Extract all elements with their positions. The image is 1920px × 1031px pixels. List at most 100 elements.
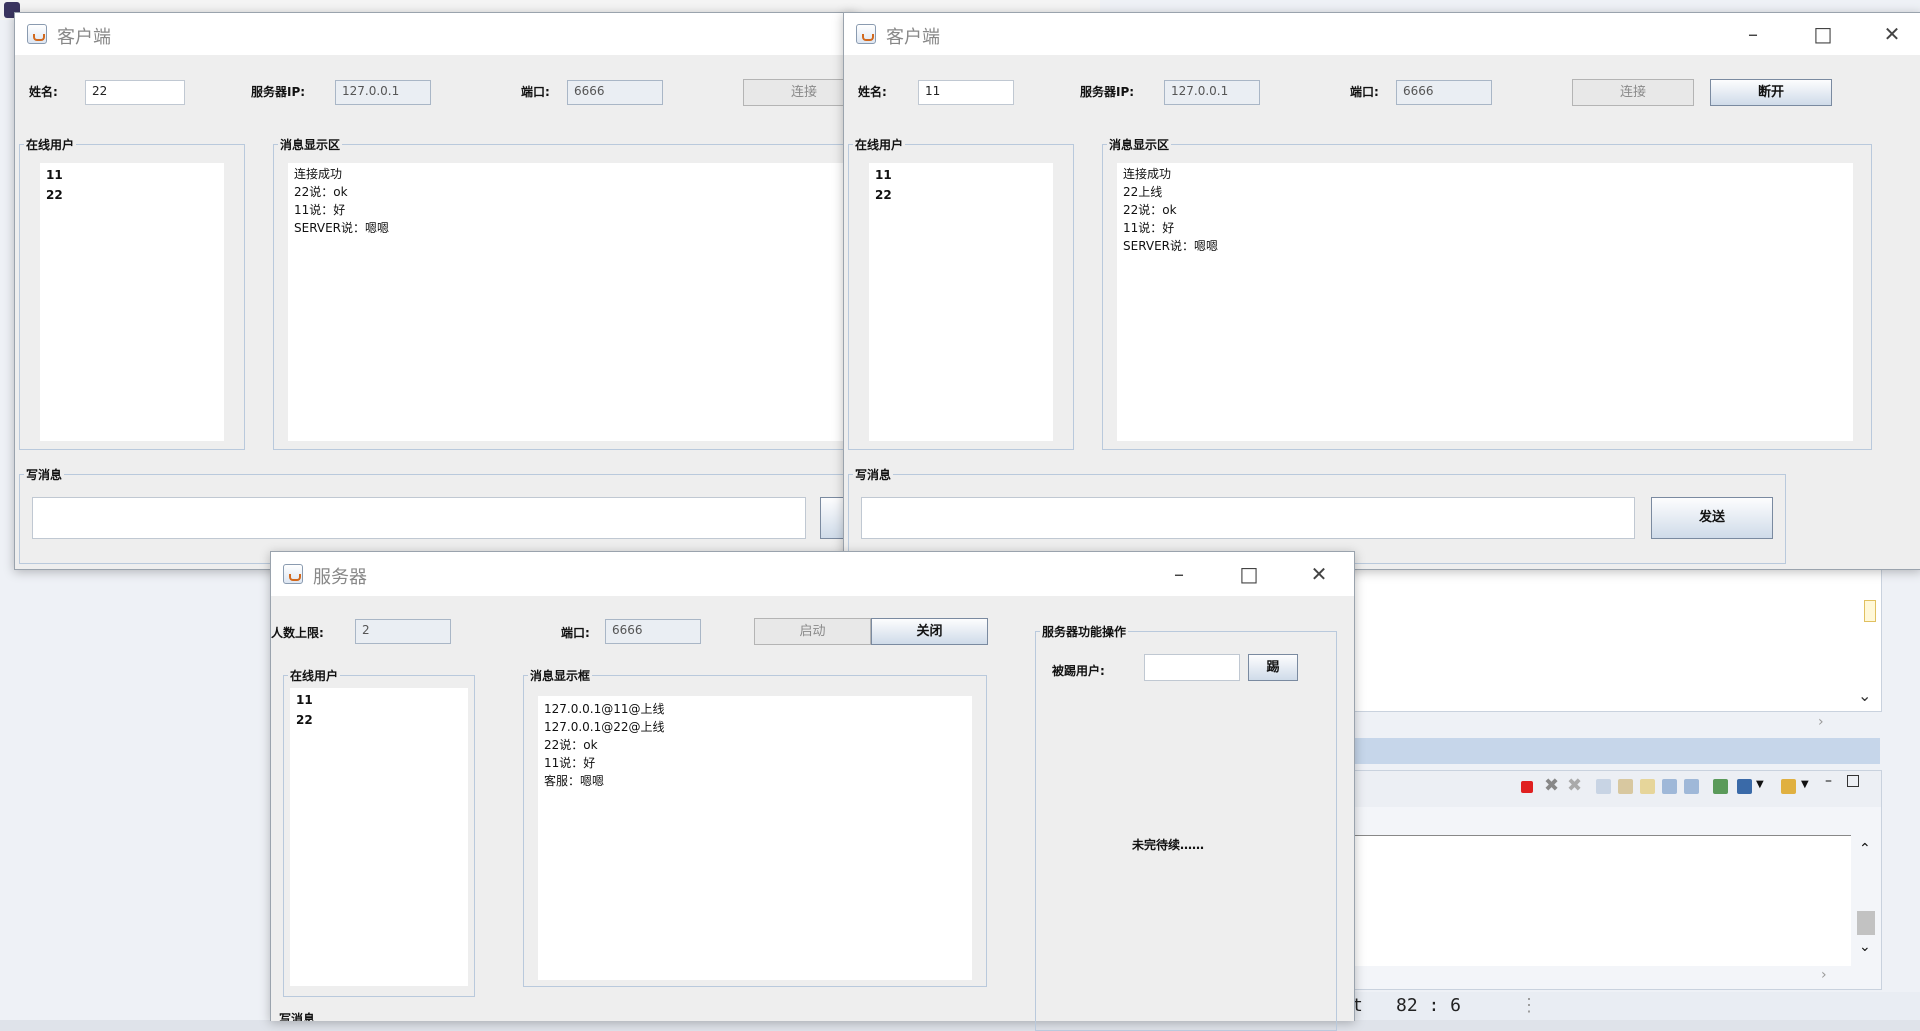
message-display-group: 消息显示框 127.0.0.1@11@上线 127.0.0.1@22@上线 22… [523,667,987,987]
clear-console-icon[interactable] [1596,779,1611,794]
message-display-group: 消息显示区 连接成功 22上线 22说：ok 11说：好 SERVER说：嗯嗯 [1102,136,1872,450]
title-bar[interactable]: 客户端 – □ ✕ [844,13,1920,55]
minimize-view-icon[interactable]: – [1825,773,1832,789]
close-icon[interactable]: ✕ [1870,21,1914,47]
ide-status-bar: t 82 : 6 ⋮ [1340,992,1920,1020]
message-display-area[interactable]: 连接成功 22上线 22说：ok 11说：好 SERVER说：嗯嗯 [1117,163,1853,441]
java-icon [27,24,47,44]
maximize-view-icon[interactable] [1847,775,1859,787]
stop-button[interactable]: 关闭 [871,618,988,645]
remove-launch-icon[interactable]: ✖ [1544,775,1559,796]
port-label: 端口: [561,626,590,640]
port-field[interactable]: 6666 [567,80,663,105]
online-users-list[interactable]: 11 22 [40,163,224,441]
connect-button[interactable]: 连接 [1572,79,1694,106]
message-line: 11说：好 [294,203,346,217]
online-users-group: 在线用户 11 22 [19,136,245,450]
scroll-right-icon[interactable]: › [1821,967,1827,983]
list-item[interactable]: 22 [46,185,218,205]
message-line: 127.0.0.1@11@上线 [544,702,665,716]
user-limit-label: 人数上限: [271,626,324,640]
ide-selected-bar [1340,738,1880,764]
server-ip-label: 服务器IP: [251,85,306,99]
scroll-up-icon[interactable]: ⌃ [1859,841,1871,857]
java-icon [856,24,876,44]
window-title: 客户端 [57,27,111,48]
display-console-icon[interactable] [1737,779,1752,794]
close-icon[interactable]: ✕ [1297,561,1341,587]
online-users-list[interactable]: 11 22 [869,163,1053,441]
name-field[interactable]: 11 [918,80,1014,105]
server-ip-field[interactable]: 127.0.0.1 [1164,80,1260,105]
list-item[interactable]: 11 [46,165,218,185]
message-line: SERVER说：嗯嗯 [1123,239,1219,253]
java-icon [283,564,303,584]
list-item[interactable]: 11 [875,165,1047,185]
status-separator: ⋮ [1520,995,1538,1016]
message-input[interactable] [32,497,806,539]
console-scrollbar-thumb[interactable] [1857,911,1875,935]
show-stdout-icon[interactable] [1662,779,1677,794]
name-label: 姓名: [858,85,887,99]
server-operations-title: 服务器功能操作 [1040,623,1129,640]
maximize-icon[interactable]: □ [1801,21,1845,47]
list-item[interactable]: 22 [296,710,462,730]
user-limit-field[interactable]: 2 [355,619,451,644]
port-field[interactable]: 6666 [605,619,701,644]
window-title: 服务器 [313,567,367,588]
list-item[interactable]: 11 [296,690,462,710]
disconnect-button[interactable]: 断开 [1710,79,1832,106]
title-bar[interactable]: 客户端 [15,13,855,55]
name-label: 姓名: [29,85,58,99]
server-operations-group: 服务器功能操作 被踢用户: 踢 未完待续…… [1035,623,1337,1031]
maximize-icon[interactable]: □ [1227,561,1271,587]
server-ip-label: 服务器IP: [1080,85,1135,99]
scroll-down-icon[interactable]: ⌄ [1858,686,1871,705]
list-item[interactable]: 22 [875,185,1047,205]
message-display-area[interactable]: 连接成功 22说：ok 11说：好 SERVER说：嗯嗯 [288,163,852,441]
pin-console-icon[interactable] [1713,779,1728,794]
name-field[interactable]: 22 [85,80,185,105]
dropdown-arrow-icon[interactable]: ▼ [1801,779,1809,790]
scroll-down-icon[interactable]: ⌄ [1859,939,1871,955]
show-stderr-icon[interactable] [1684,779,1699,794]
console-toolbar [1341,771,1881,807]
client-window-11[interactable]: 客户端 – □ ✕ 姓名: 11 服务器IP: 127.0.0.1 端口: 66… [843,12,1920,570]
online-users-group: 在线用户 11 22 [283,667,475,997]
cursor-position: 82 : 6 [1396,995,1462,1016]
word-wrap-icon[interactable] [1640,779,1655,794]
minimize-icon[interactable]: – [1157,561,1201,587]
start-button[interactable]: 启动 [754,618,871,645]
write-message-title: 写消息 [853,466,894,483]
message-input[interactable] [861,497,1635,539]
scroll-lock-icon[interactable] [1618,779,1633,794]
server-window[interactable]: 服务器 – □ ✕ 人数上限: 2 端口: 6666 启动 关闭 在线用户 11… [270,551,1355,1031]
minimize-icon[interactable]: – [1731,21,1775,47]
console-output[interactable] [1341,835,1851,966]
message-line: 11说：好 [1123,221,1175,235]
send-button[interactable]: 发送 [1651,497,1773,539]
title-bar[interactable]: 服务器 – □ ✕ [271,552,1354,596]
port-label: 端口: [1350,85,1379,99]
open-console-icon[interactable] [1781,779,1796,794]
dropdown-arrow-icon[interactable]: ▼ [1756,779,1764,790]
remove-all-icon[interactable]: ✖ [1567,775,1582,796]
online-users-list[interactable]: 11 22 [290,688,468,986]
terminate-icon[interactable] [1521,781,1533,793]
kick-user-field[interactable] [1144,654,1240,681]
ide-editor-panel[interactable] [1340,560,1882,712]
message-display-area[interactable]: 127.0.0.1@11@上线 127.0.0.1@22@上线 22说：ok 1… [538,696,972,980]
message-line: 22说：ok [544,738,598,752]
message-display-title: 消息显示框 [528,667,593,684]
message-line: 22说：ok [294,185,348,199]
scroll-right-icon[interactable]: › [1818,714,1824,730]
message-line: 22说：ok [1123,203,1177,217]
client-window-22[interactable]: 客户端 姓名: 22 服务器IP: 127.0.0.1 端口: 6666 连接 … [14,12,865,570]
server-ip-field[interactable]: 127.0.0.1 [335,80,431,105]
port-field[interactable]: 6666 [1396,80,1492,105]
message-line: SERVER说：嗯嗯 [294,221,390,235]
online-users-title: 在线用户 [288,667,341,684]
kick-button[interactable]: 踢 [1248,654,1298,681]
message-line: 22上线 [1123,185,1163,199]
message-display-title: 消息显示区 [278,136,343,153]
